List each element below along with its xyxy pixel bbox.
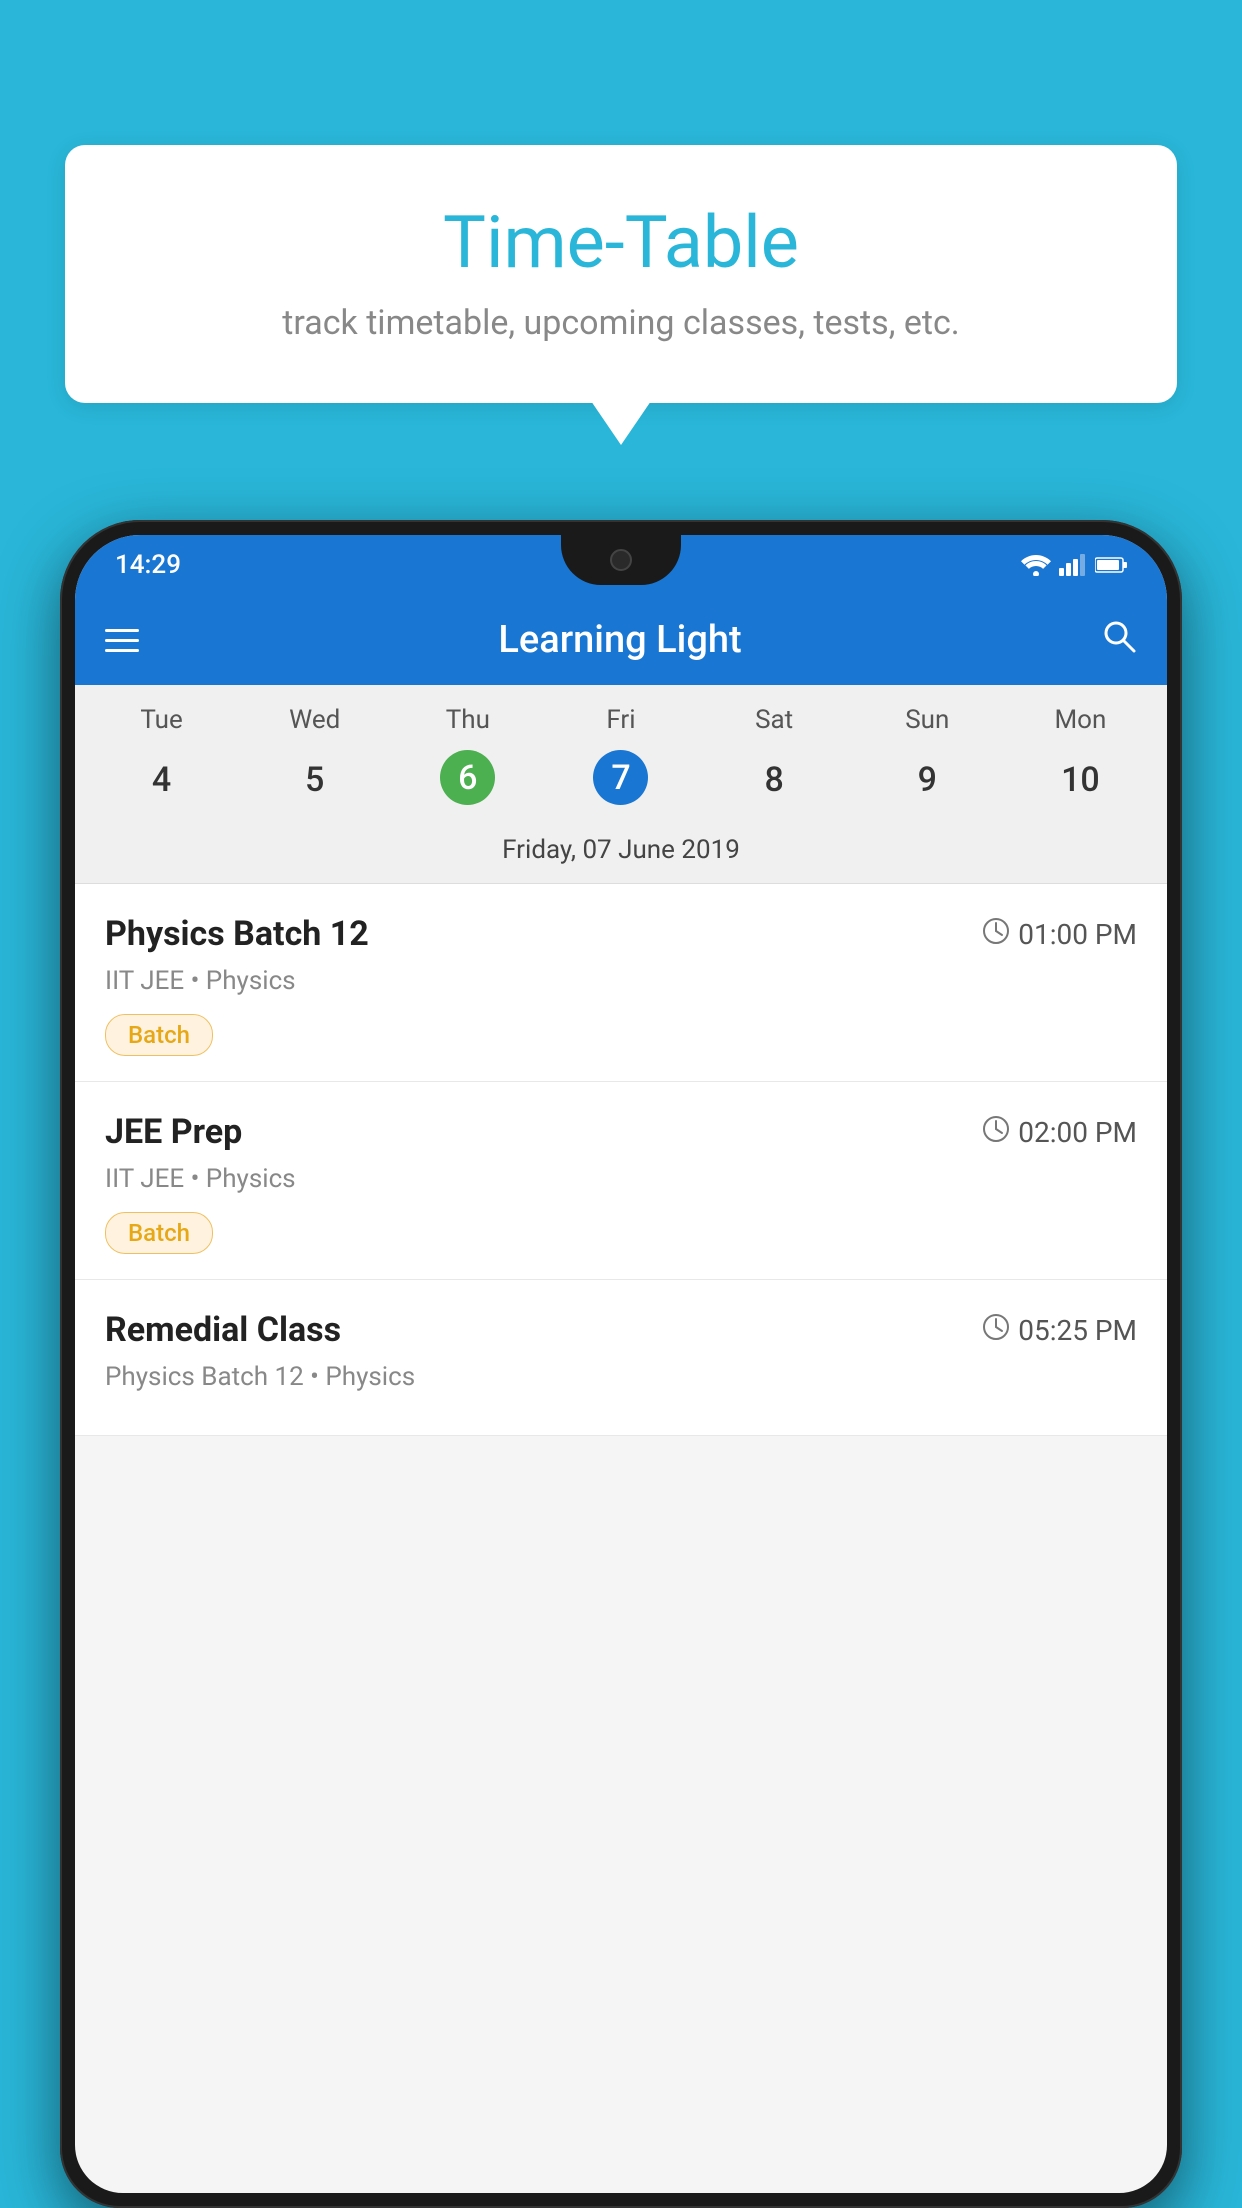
day-5[interactable]: 5 xyxy=(238,750,391,810)
phone-screen: 14:29 xyxy=(75,535,1167,2193)
search-button[interactable] xyxy=(1101,618,1137,663)
schedule-item-3[interactable]: Remedial Class 05:25 PM xyxy=(75,1280,1167,1436)
day-header-sun: Sun xyxy=(851,705,1004,735)
hamburger-line-1 xyxy=(105,629,139,632)
hamburger-line-3 xyxy=(105,649,139,652)
selected-date-label: Friday, 07 June 2019 xyxy=(75,825,1167,884)
phone-frame: 14:29 xyxy=(60,520,1182,2208)
schedule-item-1-header: Physics Batch 12 01:00 PM xyxy=(105,914,1137,954)
day-6-today[interactable]: 6 xyxy=(440,750,495,805)
wifi-icon xyxy=(1021,554,1051,576)
calendar-section: Tue Wed Thu Fri Sat Sun Mon 4 5 6 7 8 9 … xyxy=(75,685,1167,884)
schedule-item-2-title: JEE Prep xyxy=(105,1112,242,1152)
schedule-item-1[interactable]: Physics Batch 12 01:00 PM xyxy=(75,884,1167,1082)
day-header-fri: Fri xyxy=(544,705,697,735)
speech-bubble-container: Time-Table track timetable, upcoming cla… xyxy=(65,145,1177,403)
clock-icon-2 xyxy=(982,1115,1010,1150)
status-icons xyxy=(1021,554,1127,576)
schedule-item-2-header: JEE Prep 02:00 PM xyxy=(105,1112,1137,1152)
schedule-list: Physics Batch 12 01:00 PM xyxy=(75,884,1167,1436)
day-header-wed: Wed xyxy=(238,705,391,735)
hamburger-line-2 xyxy=(105,639,139,642)
day-9[interactable]: 9 xyxy=(851,750,1004,810)
app-title: Learning Light xyxy=(169,618,1071,662)
day-header-tue: Tue xyxy=(85,705,238,735)
battery-icon xyxy=(1095,556,1127,574)
schedule-item-1-subtitle: IIT JEE • Physics xyxy=(105,966,1137,996)
schedule-item-2-time: 02:00 PM xyxy=(982,1115,1137,1150)
day-numbers: 4 5 6 7 8 9 10 xyxy=(75,745,1167,825)
status-bar: 14:29 xyxy=(75,535,1167,595)
notch xyxy=(561,535,681,585)
schedule-item-3-subtitle: Physics Batch 12 • Physics xyxy=(105,1362,1137,1392)
schedule-item-3-title: Remedial Class xyxy=(105,1310,341,1350)
schedule-item-3-time: 05:25 PM xyxy=(982,1313,1137,1348)
bubble-subtitle: track timetable, upcoming classes, tests… xyxy=(125,303,1117,343)
phone-mockup: 14:29 xyxy=(60,520,1182,2208)
schedule-item-2-subtitle: IIT JEE • Physics xyxy=(105,1164,1137,1194)
signal-icon xyxy=(1059,554,1087,576)
clock-icon-3 xyxy=(982,1313,1010,1348)
schedule-item-3-header: Remedial Class 05:25 PM xyxy=(105,1310,1137,1350)
day-header-thu: Thu xyxy=(391,705,544,735)
schedule-item-2-tag: Batch xyxy=(105,1212,213,1254)
schedule-item-2[interactable]: JEE Prep 02:00 PM xyxy=(75,1082,1167,1280)
day-10[interactable]: 10 xyxy=(1004,750,1157,810)
day-header-mon: Mon xyxy=(1004,705,1157,735)
day-headers: Tue Wed Thu Fri Sat Sun Mon xyxy=(75,685,1167,745)
speech-bubble: Time-Table track timetable, upcoming cla… xyxy=(65,145,1177,403)
schedule-item-1-time: 01:00 PM xyxy=(982,917,1137,952)
day-8[interactable]: 8 xyxy=(698,750,851,810)
hamburger-menu-button[interactable] xyxy=(105,629,139,652)
day-4[interactable]: 4 xyxy=(85,750,238,810)
schedule-item-1-tag: Batch xyxy=(105,1014,213,1056)
day-7-selected[interactable]: 7 xyxy=(593,750,648,805)
clock-icon-1 xyxy=(982,917,1010,952)
app-bar: Learning Light xyxy=(75,595,1167,685)
status-time: 14:29 xyxy=(115,550,181,580)
camera-dot xyxy=(610,549,632,571)
day-header-sat: Sat xyxy=(698,705,851,735)
bubble-title: Time-Table xyxy=(125,200,1117,285)
schedule-item-1-title: Physics Batch 12 xyxy=(105,914,369,954)
